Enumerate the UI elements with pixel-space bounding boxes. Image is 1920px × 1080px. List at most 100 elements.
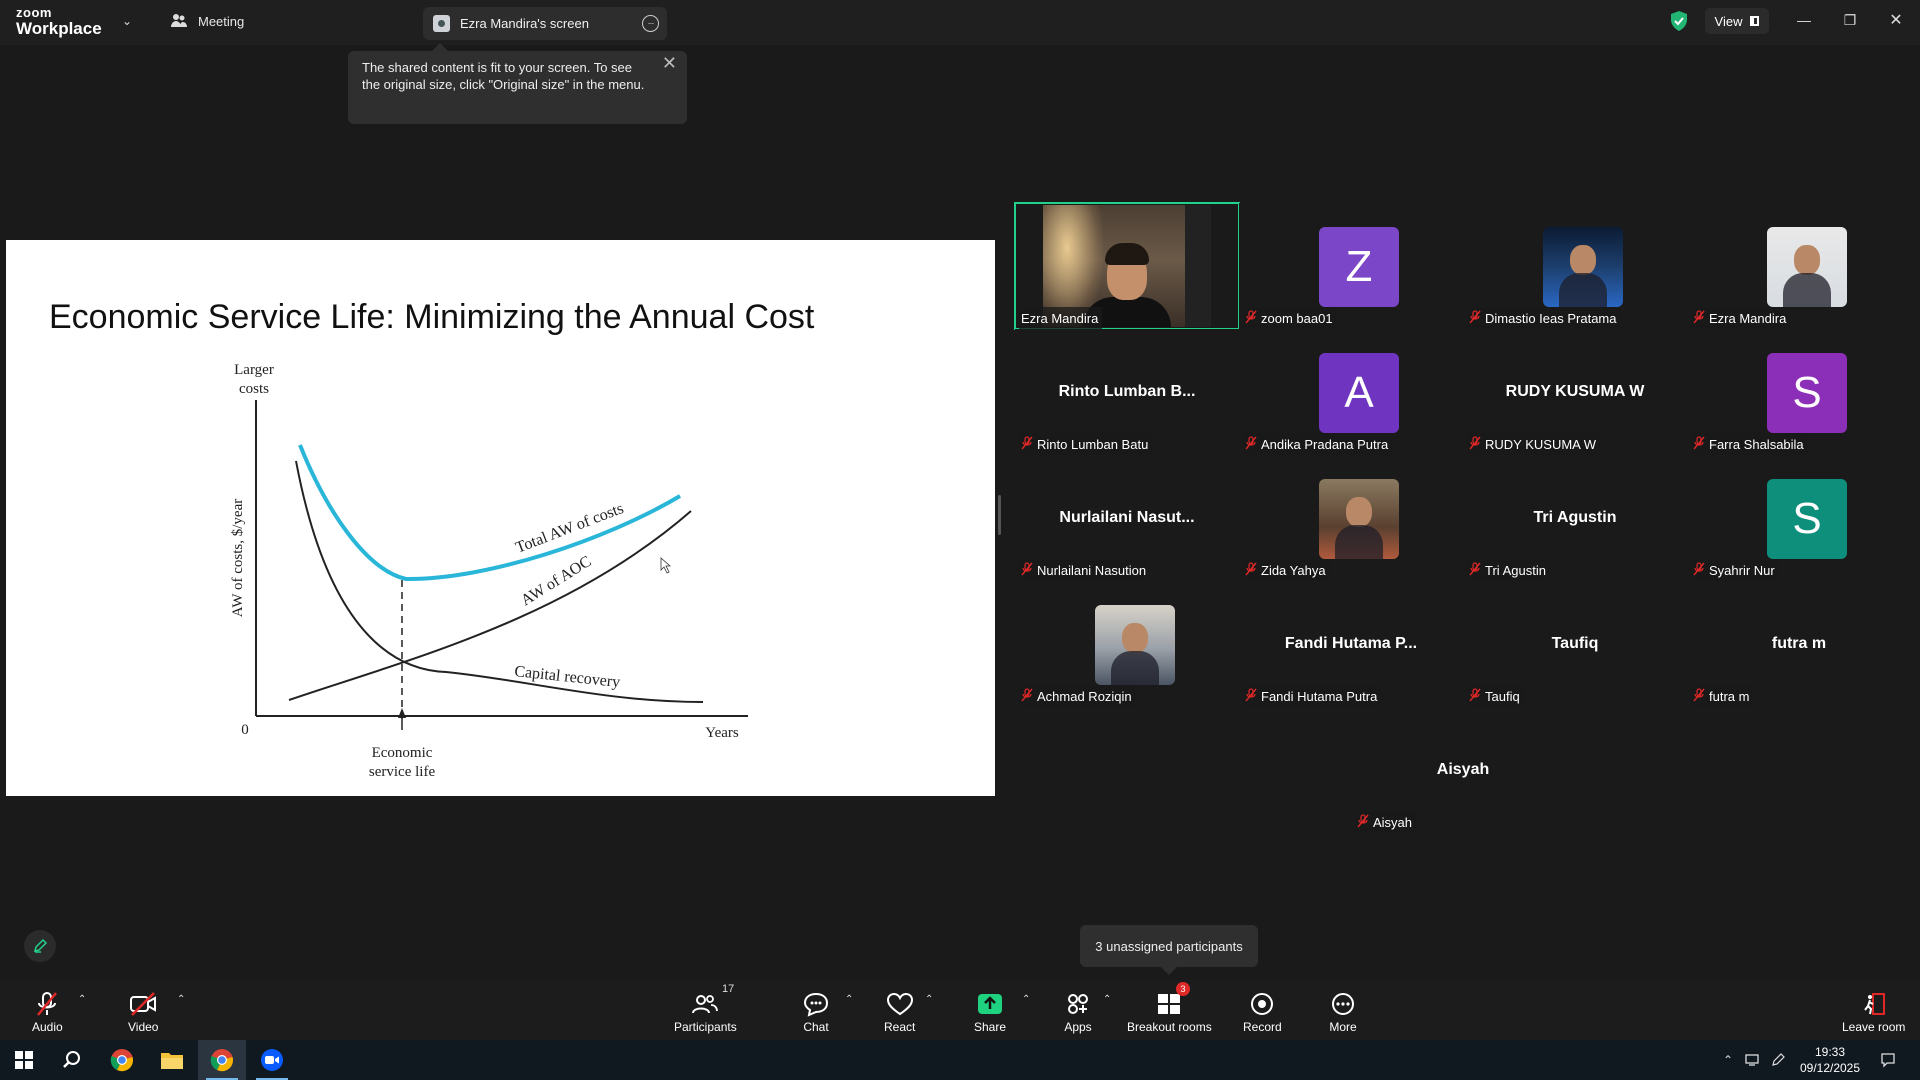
participant-tile[interactable]: Tri Agustin Tri Agustin	[1463, 455, 1687, 581]
participant-name: Dimastio Ieas Pratama	[1485, 310, 1617, 326]
windows-taskbar: ⌃ 19:33 09/12/2025	[0, 1040, 1920, 1080]
zoom-app-icon	[261, 1049, 283, 1071]
participant-tile[interactable]: Zzoom baa01	[1239, 203, 1463, 329]
participant-tile[interactable]: A Andika Pradana Putra	[1239, 329, 1463, 455]
shared-screen-content: Economic Service Life: Minimizing the An…	[6, 240, 995, 796]
participant-name-label: Taufiq	[1467, 685, 1524, 707]
taskbar-file-explorer[interactable]	[148, 1040, 196, 1080]
taskbar-chrome-active[interactable]	[198, 1040, 246, 1080]
close-window-button[interactable]: ✕	[1876, 6, 1916, 34]
grid-view-icon	[1750, 16, 1760, 26]
annotate-button[interactable]	[24, 930, 56, 962]
minimize-button[interactable]: —	[1784, 6, 1824, 34]
mic-muted-icon	[1021, 435, 1033, 453]
apps-icon	[1068, 994, 1088, 1014]
chat-button[interactable]: Chat	[801, 980, 831, 1040]
economic-life-chart: Larger costs AW of costs, $/year 0 Years…	[230, 362, 748, 780]
participant-tile[interactable]: Achmad Roziqin	[1015, 581, 1239, 707]
participant-tile[interactable]: Ezra Mandira	[1687, 203, 1911, 329]
participant-tile[interactable]: Dimastio Ieas Pratama	[1463, 203, 1687, 329]
close-icon[interactable]: ✕	[662, 54, 677, 72]
folder-icon	[161, 1053, 183, 1069]
participant-name: RUDY KUSUMA W	[1485, 436, 1596, 452]
participant-name-label: Fandi Hutama Putra	[1243, 685, 1382, 707]
tab-shared-screen[interactable]: Ezra Mandira's screen ···	[423, 7, 667, 40]
tab-meeting[interactable]: Meeting	[170, 13, 244, 29]
meeting-toolbar: Audio ⌃ Video ⌃ Participants 17 Chat ⌃ R…	[0, 980, 1920, 1040]
start-button[interactable]	[0, 1040, 48, 1080]
mic-muted-icon	[1021, 687, 1033, 705]
audio-button[interactable]: Audio	[32, 980, 63, 1040]
participant-tile[interactable]: Zida Yahya	[1239, 455, 1463, 581]
participant-name: Taufiq	[1485, 688, 1520, 704]
participant-tile[interactable]: Fandi Hutama P... Fandi Hutama Putra	[1239, 581, 1463, 707]
participant-name-label: Rinto Lumban Batu	[1019, 433, 1153, 455]
participant-name: zoom baa01	[1261, 310, 1333, 326]
pen-icon[interactable]	[1770, 1052, 1786, 1068]
chevron-down-icon[interactable]: ⌄	[122, 14, 132, 28]
more-options-icon[interactable]: ···	[642, 15, 659, 32]
view-button[interactable]: View	[1705, 8, 1769, 34]
participant-name-label: Tri Agustin	[1467, 559, 1550, 581]
participant-name: Farra Shalsabila	[1709, 436, 1804, 452]
video-options-caret[interactable]: ⌃	[177, 994, 185, 1005]
participant-name-label: Ezra Mandira	[1019, 307, 1103, 329]
search-button[interactable]	[48, 1040, 96, 1080]
network-icon[interactable]	[1745, 1052, 1761, 1068]
breakout-rooms-button[interactable]: Breakout rooms	[1127, 980, 1212, 1040]
participant-tile[interactable]: Ezra Mandira	[1014, 202, 1240, 330]
marker-label-line2: service life	[369, 764, 436, 780]
title-bar: zoom Workplace ⌄ Meeting Ezra Mandira's …	[0, 0, 1920, 45]
mic-muted-icon	[1469, 435, 1481, 453]
taskbar-chrome[interactable]	[98, 1040, 146, 1080]
participant-name: Andika Pradana Putra	[1261, 436, 1389, 452]
more-button[interactable]: More	[1328, 980, 1358, 1040]
taskbar-zoom[interactable]	[248, 1040, 296, 1080]
record-button[interactable]: Record	[1243, 980, 1282, 1040]
video-button[interactable]: Video	[128, 980, 158, 1040]
participant-name: Syahrir Nur	[1709, 562, 1775, 578]
restore-button[interactable]: ❐	[1830, 6, 1870, 34]
participant-tile[interactable]: Nurlailani Nasut... Nurlailani Nasution	[1015, 455, 1239, 581]
participant-tile[interactable]: Taufiq Taufiq	[1463, 581, 1687, 707]
chat-label: Chat	[803, 1020, 829, 1034]
audio-options-caret[interactable]: ⌃	[78, 994, 86, 1005]
mic-muted-icon	[1245, 561, 1257, 579]
participant-avatar: Z	[1319, 227, 1399, 307]
screen-tab-label: Ezra Mandira's screen	[460, 16, 589, 31]
mic-muted-icon	[1469, 309, 1481, 327]
more-label: More	[1329, 1020, 1357, 1034]
chrome-icon	[210, 1049, 233, 1072]
participant-tile[interactable]: Rinto Lumban B... Rinto Lumban Batu	[1015, 329, 1239, 455]
share-options-caret[interactable]: ⌃	[1022, 994, 1030, 1005]
zoom-workplace-logo[interactable]: zoom Workplace	[16, 6, 102, 37]
participant-name-label: futra m	[1691, 685, 1754, 707]
windows-logo-icon	[15, 1051, 33, 1069]
taskbar-clock[interactable]: 19:33 09/12/2025	[1790, 1044, 1870, 1076]
notification-icon[interactable]	[1880, 1052, 1896, 1068]
participant-tile[interactable]: Aisyah Aisyah	[1351, 707, 1575, 833]
audio-label: Audio	[32, 1020, 63, 1034]
react-button[interactable]: React	[884, 980, 915, 1040]
participant-tile[interactable]: futra m futra m	[1687, 581, 1911, 707]
view-label: View	[1714, 13, 1743, 29]
chat-options-caret[interactable]: ⌃	[845, 994, 853, 1005]
shield-check-icon[interactable]	[1669, 10, 1689, 32]
aoc-curve	[288, 510, 692, 701]
leave-room-button[interactable]: Leave room	[1842, 980, 1905, 1040]
clock-time: 19:33	[1814, 1045, 1846, 1059]
mic-muted-icon	[1693, 687, 1705, 705]
react-options-caret[interactable]: ⌃	[925, 994, 933, 1005]
participant-tile[interactable]: S Farra Shalsabila	[1687, 329, 1911, 455]
apps-button[interactable]: Apps	[1063, 980, 1093, 1040]
record-label: Record	[1243, 1020, 1282, 1034]
resize-splitter[interactable]	[998, 495, 1001, 535]
participant-tile[interactable]: S Syahrir Nur	[1687, 455, 1911, 581]
tray-chevron-icon[interactable]: ⌃	[1720, 1052, 1736, 1068]
capital-recovery-curve	[295, 460, 704, 703]
share-button[interactable]: Share	[974, 980, 1006, 1040]
participant-tile[interactable]: RUDY KUSUMA W RUDY KUSUMA W	[1463, 329, 1687, 455]
apps-options-caret[interactable]: ⌃	[1103, 994, 1111, 1005]
video-off-icon	[130, 992, 157, 1016]
meeting-people-icon	[171, 14, 187, 27]
